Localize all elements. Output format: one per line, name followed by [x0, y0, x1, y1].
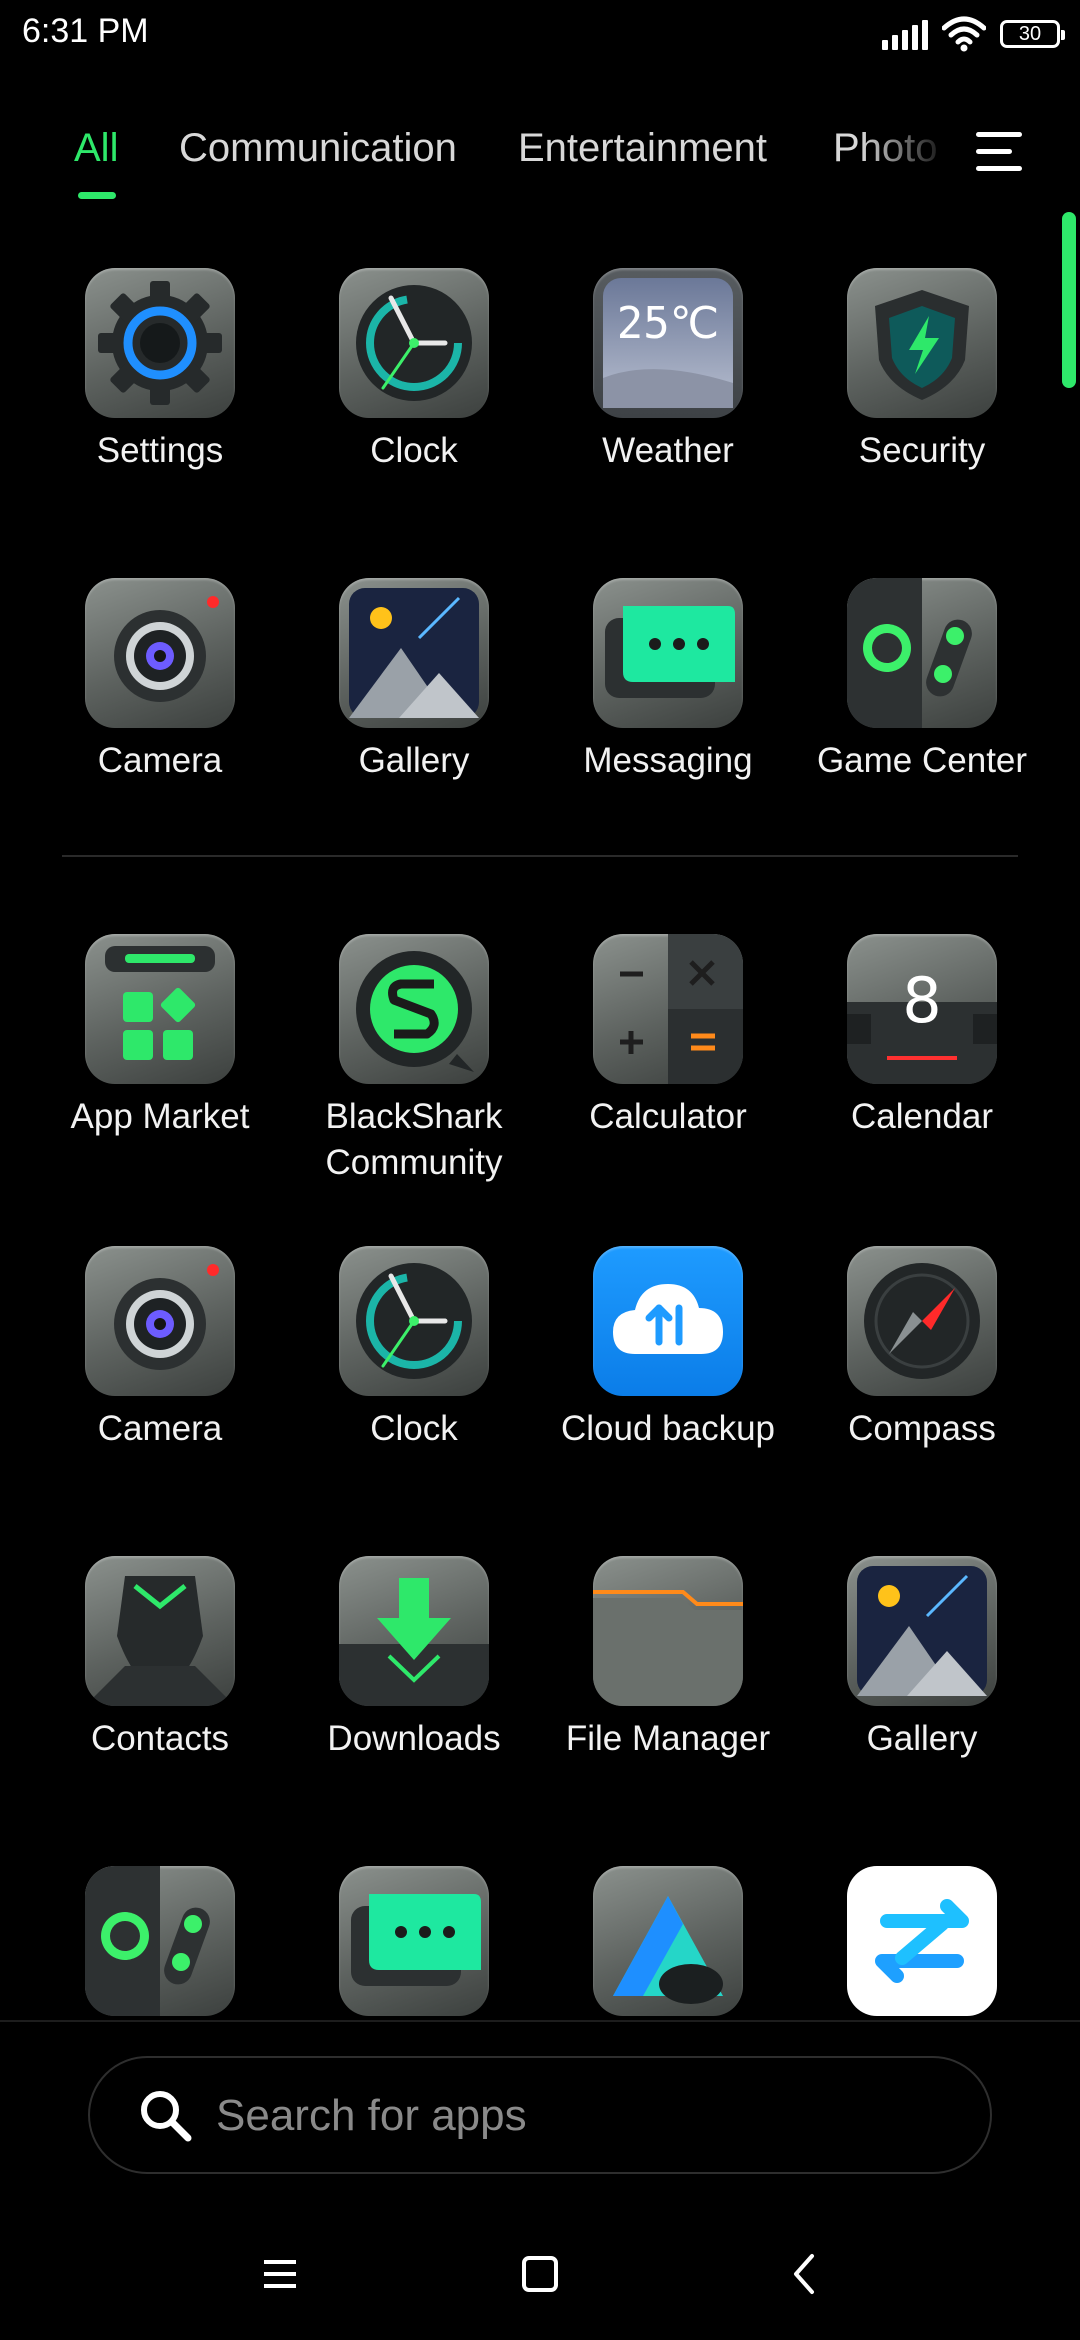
scroll-track[interactable] [1062, 210, 1076, 2020]
contacts-icon [85, 1556, 235, 1706]
scroll-thumb[interactable] [1062, 212, 1076, 388]
app-label: Clock [370, 431, 458, 470]
camera-icon [85, 1246, 235, 1396]
app-clock[interactable]: Clock [287, 268, 541, 474]
app-label: Messaging [583, 741, 753, 780]
clock-icon [339, 1246, 489, 1396]
app-label: Downloads [327, 1719, 501, 1758]
calendar-date: 8 [902, 964, 942, 1037]
app-grid: Settings Clock 25℃ Weather Security Came… [0, 0, 1080, 2020]
app-downloads[interactable]: Downloads [287, 1556, 541, 1762]
cloud-backup-icon [593, 1246, 743, 1396]
app-camera[interactable]: Camera [33, 578, 287, 784]
app-label: Camera [97, 1409, 223, 1448]
game-center-icon [847, 578, 997, 728]
settings-icon [85, 268, 235, 418]
app-gallery[interactable]: Gallery [287, 578, 541, 784]
weather-icon: 25℃ [593, 268, 743, 418]
app-label: Calculator [589, 1097, 747, 1136]
app-label: Weather [602, 431, 734, 470]
app-game-center-2[interactable] [33, 1866, 287, 2016]
app-label: Settings [96, 431, 224, 470]
file-manager-icon [593, 1556, 743, 1706]
app-label: Calendar [850, 1097, 994, 1136]
app-mountain-a[interactable] [541, 1866, 795, 2016]
app-cloud-backup[interactable]: Cloud backup [541, 1246, 795, 1452]
search-input[interactable] [214, 2082, 938, 2150]
app-contacts[interactable]: Contacts [33, 1556, 287, 1762]
security-icon [847, 268, 997, 418]
app-file-manager[interactable]: File Manager [541, 1556, 795, 1762]
compass-icon [847, 1246, 997, 1396]
search-bar[interactable] [88, 2056, 992, 2174]
app-clock[interactable]: Clock [287, 1246, 541, 1452]
navigation-bar [0, 2220, 1080, 2340]
downloads-icon [339, 1556, 489, 1706]
app-label: BlackShark Community [325, 1097, 503, 1182]
app-label: Security [858, 431, 986, 470]
app-market-icon [85, 934, 235, 1084]
app-label: Gallery [358, 741, 470, 780]
calendar-icon: 8 [847, 934, 997, 1084]
app-label: App Market [70, 1097, 250, 1136]
back-icon[interactable] [764, 2240, 844, 2310]
camera-icon [85, 578, 235, 728]
home-icon[interactable] [500, 2240, 580, 2310]
mountain-a-icon [593, 1866, 743, 2016]
app-messaging[interactable]: Messaging [541, 578, 795, 784]
app-label: Camera [97, 741, 223, 780]
clock-icon [339, 268, 489, 418]
app-label: Gallery [866, 1719, 978, 1758]
app-messaging-2[interactable] [287, 1866, 541, 2016]
bottom-divider [0, 2020, 1080, 2022]
app-label: Contacts [90, 1719, 230, 1758]
app-label: Game Center [816, 741, 1028, 780]
messaging-icon [593, 578, 743, 728]
app-transfer[interactable] [795, 1866, 1049, 2016]
app-label: Cloud backup [560, 1409, 776, 1448]
app-security[interactable]: Security [795, 268, 1049, 474]
app-label: Compass [848, 1409, 996, 1448]
game-center-icon [85, 1866, 235, 2016]
blackshark-community-icon [339, 934, 489, 1084]
app-settings[interactable]: Settings [33, 268, 287, 474]
app-camera[interactable]: Camera [33, 1246, 287, 1452]
section-divider [62, 855, 1018, 857]
app-game-center[interactable]: Game Center [795, 578, 1049, 784]
messaging-icon [339, 1866, 489, 2016]
app-app-market[interactable]: App Market [33, 934, 287, 1140]
app-calendar[interactable]: 8 Calendar [795, 934, 1049, 1140]
app-label: File Manager [565, 1719, 771, 1758]
calculator-icon [593, 934, 743, 1084]
gallery-icon [339, 578, 489, 728]
recents-icon[interactable] [240, 2240, 320, 2310]
app-compass[interactable]: Compass [795, 1246, 1049, 1452]
transfer-icon [847, 1866, 997, 2016]
search-icon [141, 2091, 192, 2142]
app-calculator[interactable]: Calculator [541, 934, 795, 1140]
gallery-icon [847, 1556, 997, 1706]
app-weather[interactable]: 25℃ Weather [541, 268, 795, 474]
app-label: Clock [370, 1409, 458, 1448]
app-gallery[interactable]: Gallery [795, 1556, 1049, 1762]
app-blackshark-community[interactable]: BlackShark Community [287, 934, 541, 1186]
weather-temperature: 25℃ [616, 298, 720, 349]
